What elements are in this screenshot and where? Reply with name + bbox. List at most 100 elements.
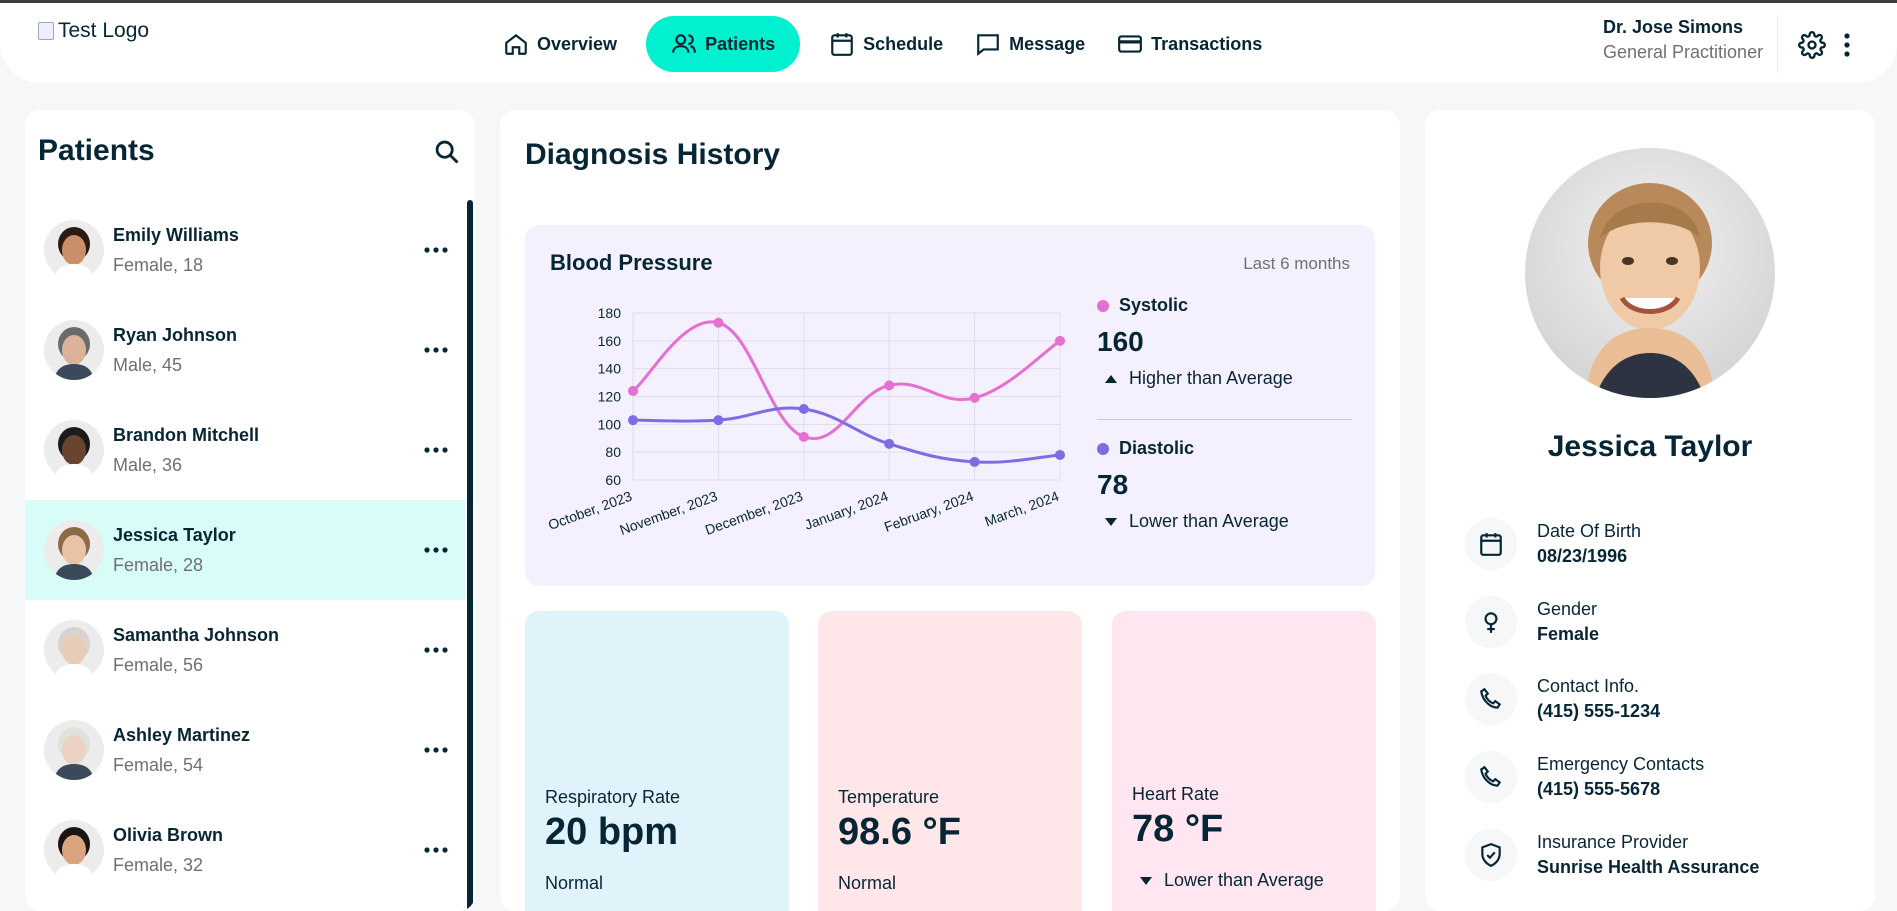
doctor-name: Dr. Jose Simons bbox=[1603, 17, 1744, 37]
gear-icon[interactable] bbox=[1798, 31, 1826, 59]
systolic-point bbox=[884, 380, 895, 391]
info-contact: Contact Info. (415) 555-1234 bbox=[1465, 673, 1660, 725]
heart-rate-card: Heart Rate 78 °F Lower than Average bbox=[1112, 611, 1376, 911]
diastolic-point bbox=[628, 415, 638, 426]
top-header: Test Logo Overview Patients Schedule Mes… bbox=[0, 3, 1897, 83]
info-insurance: Insurance Provider Sunrise Health Assura… bbox=[1465, 829, 1759, 881]
avatar bbox=[44, 520, 104, 580]
patient-name: Samantha Johnson bbox=[113, 624, 280, 645]
emergency-value: (415) 555-5678 bbox=[1537, 779, 1661, 799]
respiratory-rate-card: Respiratory Rate 20 bpm Normal bbox=[525, 611, 789, 911]
temperature-label: Temperature bbox=[838, 787, 940, 807]
systolic-point bbox=[969, 392, 980, 403]
patient-name: Ashley Martinez bbox=[113, 724, 251, 745]
patient-name: Brandon Mitchell bbox=[113, 424, 260, 445]
search-icon[interactable] bbox=[433, 138, 461, 166]
dob-value: 08/23/1996 bbox=[1537, 546, 1628, 566]
phone-icon bbox=[1480, 765, 1502, 787]
profile-photo bbox=[1525, 148, 1775, 398]
doctor-profile[interactable]: Dr. Jose Simons General Practitioner bbox=[1603, 17, 1763, 63]
more-horizontal-icon[interactable] bbox=[423, 545, 449, 555]
systolic-point bbox=[1055, 335, 1065, 346]
patient-row[interactable]: Brandon Mitchell Male, 36 bbox=[25, 400, 465, 500]
heart-rate-value: 78 °F bbox=[1132, 808, 1224, 850]
more-horizontal-icon[interactable] bbox=[423, 645, 449, 655]
gender-label: Gender bbox=[1537, 599, 1598, 619]
avatar bbox=[44, 320, 104, 380]
nav-patients-label: Patients bbox=[705, 33, 776, 54]
avatar bbox=[44, 620, 104, 680]
nav-overview-label: Overview bbox=[537, 33, 618, 54]
patient-list-scrollbar[interactable] bbox=[467, 200, 473, 911]
patient-name: Olivia Brown bbox=[113, 824, 224, 845]
broken-image-icon bbox=[38, 22, 54, 40]
diastolic-legend: Diastolic 78 Lower than Average bbox=[1097, 438, 1352, 532]
avatar bbox=[44, 220, 104, 280]
calendar-icon bbox=[831, 33, 853, 56]
users-icon bbox=[672, 34, 696, 53]
nav-schedule[interactable]: Schedule bbox=[816, 16, 956, 72]
y-tick-label: 140 bbox=[598, 361, 622, 377]
patient-row[interactable]: Jessica Taylor Female, 28 bbox=[25, 500, 465, 600]
logo-alt-text: Test Logo bbox=[58, 19, 150, 42]
more-horizontal-icon[interactable] bbox=[423, 845, 449, 855]
more-horizontal-icon[interactable] bbox=[423, 445, 449, 455]
gender-value: Female bbox=[1537, 624, 1600, 644]
more-vertical-icon[interactable] bbox=[1836, 31, 1858, 59]
nav-schedule-label: Schedule bbox=[863, 33, 944, 54]
avatar bbox=[44, 420, 104, 480]
diastolic-point bbox=[798, 404, 809, 415]
patient-row[interactable]: Ryan Johnson Male, 45 bbox=[25, 300, 465, 400]
systolic-label: Systolic bbox=[1119, 295, 1189, 315]
phone-icon bbox=[1480, 687, 1502, 709]
temperature-status: Normal bbox=[838, 873, 897, 893]
patient-sub: Female, 54 bbox=[113, 754, 204, 775]
patient-row[interactable]: Samantha Johnson Female, 56 bbox=[25, 600, 465, 700]
more-horizontal-icon[interactable] bbox=[423, 245, 449, 255]
arrow-up-icon bbox=[1105, 374, 1117, 383]
bp-title: Blood Pressure bbox=[550, 250, 713, 275]
header-divider bbox=[1777, 15, 1778, 73]
patient-name: Jessica Taylor bbox=[113, 524, 236, 545]
y-tick-label: 180 bbox=[598, 305, 622, 321]
systolic-point bbox=[713, 317, 724, 328]
patient-name: Ryan Johnson bbox=[113, 324, 238, 345]
y-tick-label: 60 bbox=[605, 472, 621, 488]
patient-sub: Female, 28 bbox=[113, 554, 204, 575]
systolic-note: Higher than Average bbox=[1129, 368, 1293, 388]
info-gender: Gender Female bbox=[1465, 596, 1599, 648]
emergency-label: Emergency Contacts bbox=[1537, 754, 1705, 774]
insurance-label: Insurance Provider bbox=[1537, 832, 1689, 852]
blood-pressure-card: Blood Pressure Last 6 months 60 80 100 120 1… bbox=[525, 225, 1375, 586]
heart-rate-label: Heart Rate bbox=[1132, 784, 1220, 804]
patient-row[interactable]: Olivia Brown Female, 32 bbox=[25, 800, 465, 900]
x-tick-label: November, 2023 bbox=[617, 488, 719, 538]
heart-rate-status: Lower than Average bbox=[1164, 870, 1324, 890]
nav-patients[interactable]: Patients bbox=[646, 16, 801, 72]
patients-title: Patients bbox=[38, 134, 155, 167]
patient-sub: Female, 18 bbox=[113, 254, 204, 275]
credit-card-icon bbox=[1118, 35, 1143, 53]
bp-range-select[interactable]: Last 6 months bbox=[1243, 254, 1350, 274]
nav-message[interactable]: Message bbox=[962, 16, 1098, 72]
logo[interactable]: Test Logo bbox=[38, 19, 149, 43]
info-dob: Date Of Birth 08/23/1996 bbox=[1465, 518, 1641, 570]
nav-transactions[interactable]: Transactions bbox=[1104, 16, 1275, 72]
diastolic-dot bbox=[1097, 442, 1109, 455]
bp-line-chart: 6080100120140160180October, 2023November… bbox=[546, 305, 1065, 538]
contact-label: Contact Info. bbox=[1537, 676, 1640, 696]
more-horizontal-icon[interactable] bbox=[423, 345, 449, 355]
arrow-down-icon bbox=[1105, 517, 1117, 526]
y-tick-label: 120 bbox=[598, 389, 622, 405]
diastolic-point bbox=[969, 456, 980, 467]
patient-row[interactable]: Emily Williams Female, 18 bbox=[25, 200, 465, 300]
more-horizontal-icon[interactable] bbox=[423, 745, 449, 755]
systolic-point bbox=[798, 431, 809, 442]
y-tick-label: 160 bbox=[598, 333, 622, 349]
patient-sub: Female, 32 bbox=[113, 854, 204, 875]
temperature-value: 98.6 °F bbox=[838, 811, 961, 853]
nav-overview[interactable]: Overview bbox=[490, 16, 630, 72]
patient-row[interactable]: Ashley Martinez Female, 54 bbox=[25, 700, 465, 800]
x-tick-label: February, 2024 bbox=[882, 488, 976, 535]
diastolic-note: Lower than Average bbox=[1129, 511, 1289, 531]
